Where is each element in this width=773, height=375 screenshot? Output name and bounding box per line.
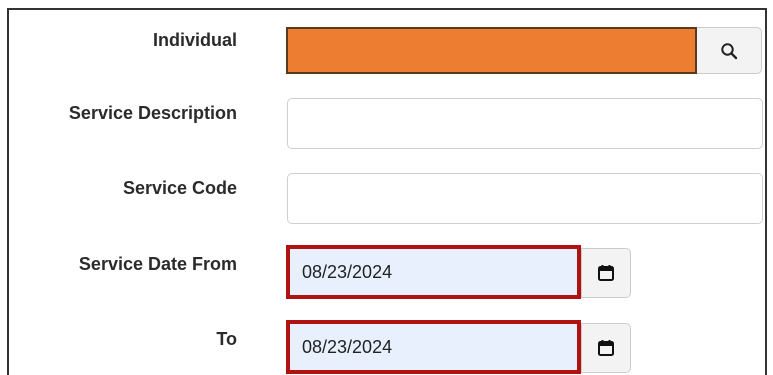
individual-label: Individual — [152, 30, 237, 50]
search-icon — [721, 42, 738, 59]
service-date-to-label: To — [216, 329, 237, 349]
service-date-from-calendar-button[interactable] — [581, 248, 631, 298]
service-code-label: Service Code — [122, 178, 237, 198]
individual-field[interactable] — [286, 27, 697, 74]
service-date-to-input[interactable]: 08/23/2024 — [286, 320, 581, 374]
service-date-from-input[interactable]: 08/23/2024 — [286, 245, 581, 299]
service-description-label: Service Description — [68, 103, 237, 123]
calendar-icon — [598, 265, 614, 281]
service-code-input[interactable] — [287, 173, 763, 224]
service-description-input[interactable] — [287, 98, 763, 149]
individual-search-button[interactable] — [697, 27, 762, 74]
service-date-to-calendar-button[interactable] — [581, 323, 631, 373]
calendar-icon — [598, 340, 614, 356]
service-date-from-label: Service Date From — [78, 254, 237, 274]
